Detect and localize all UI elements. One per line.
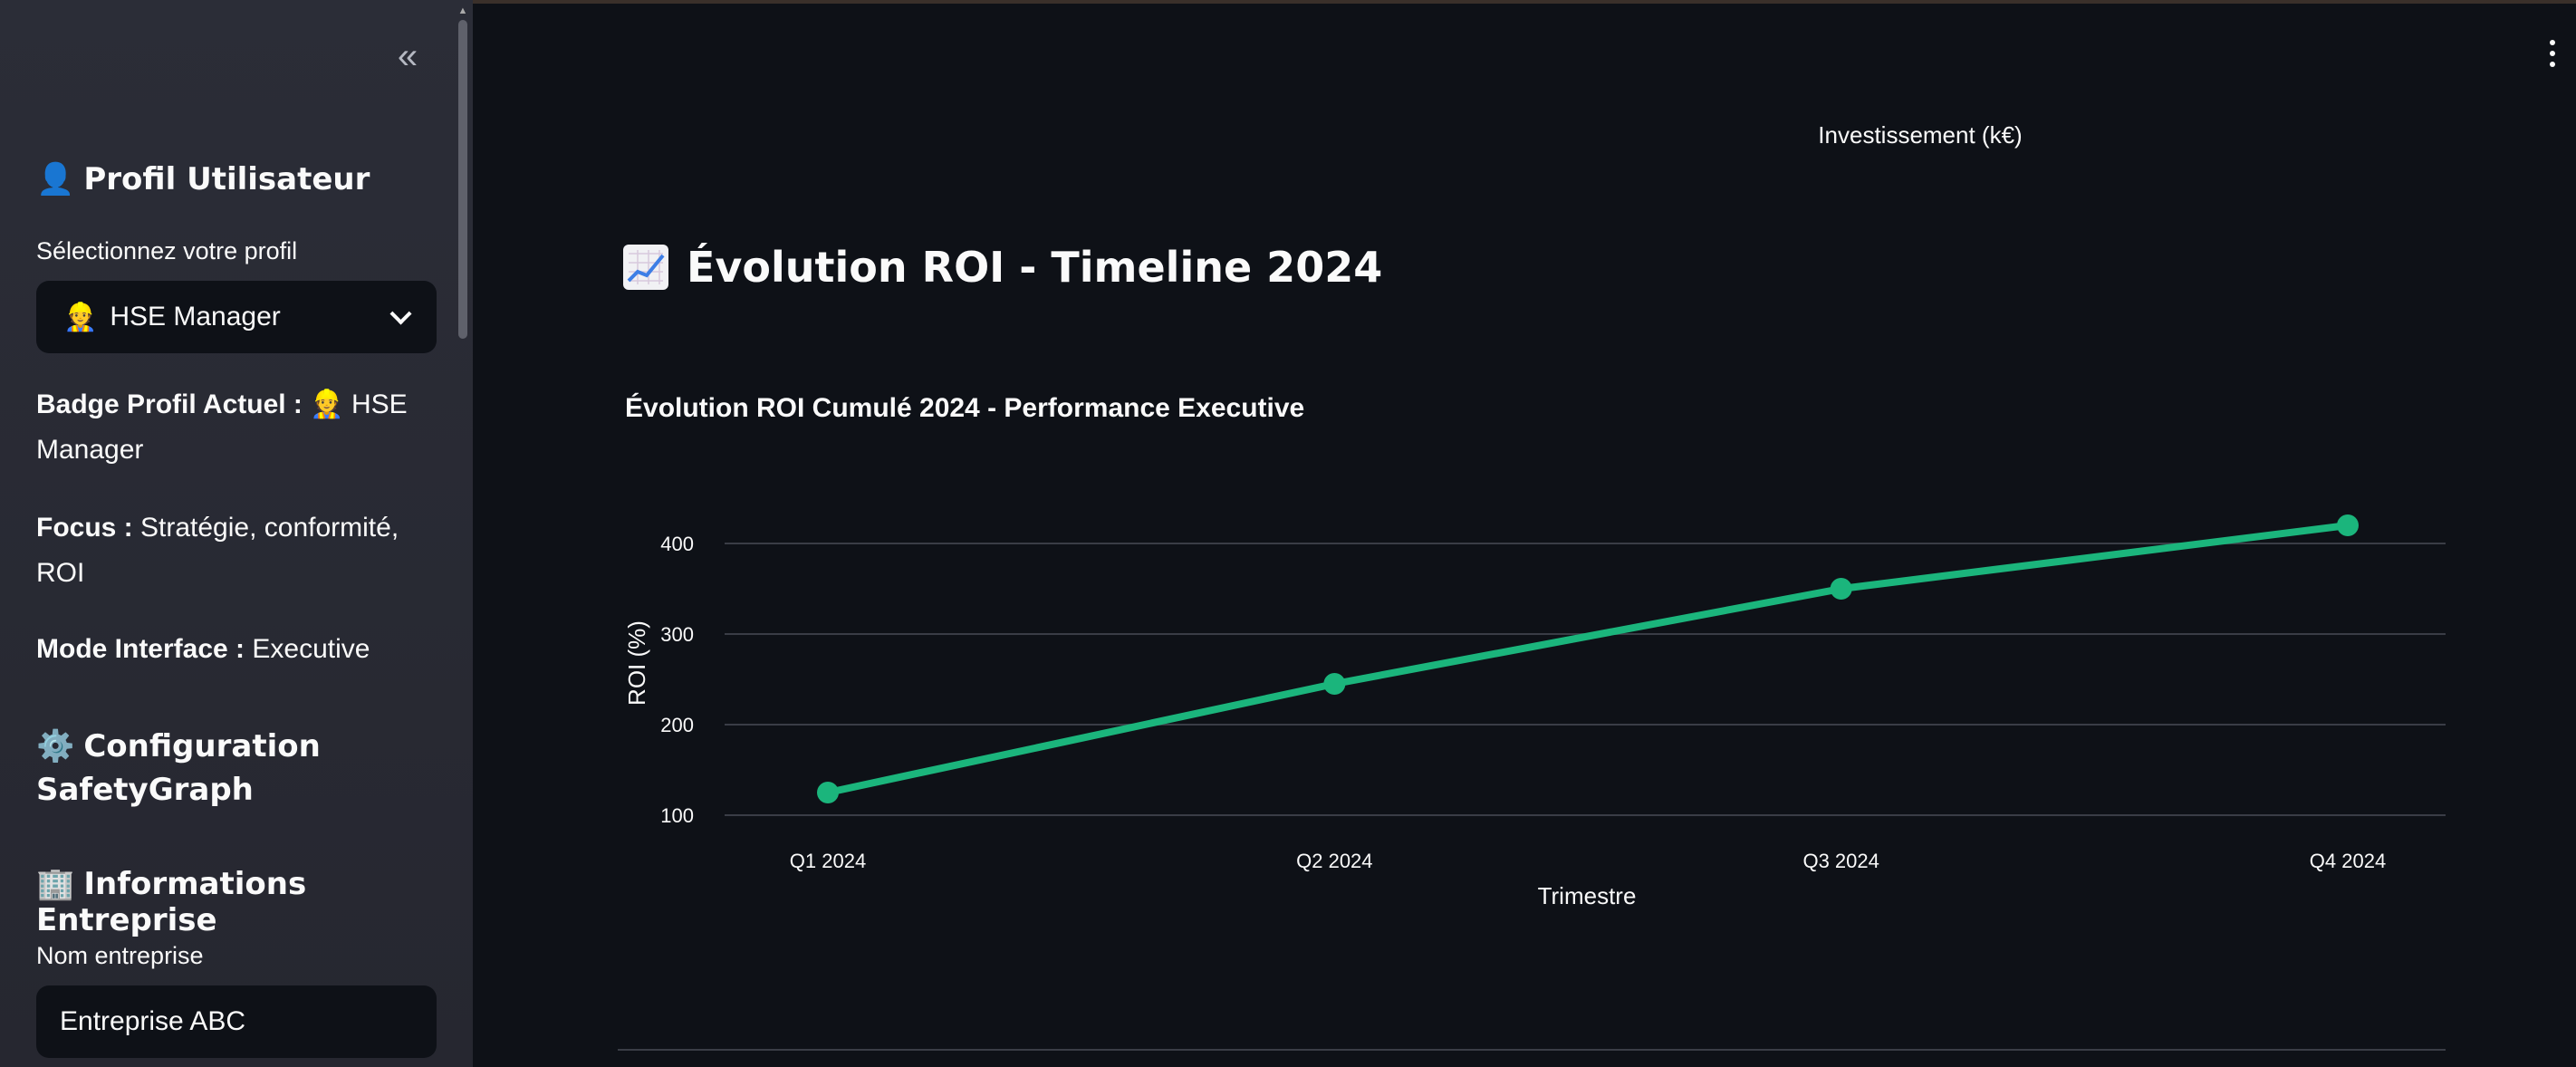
y-tick-label: 200 bbox=[660, 714, 694, 736]
investment-axis-label: Investissement (k€) bbox=[1818, 121, 2023, 149]
page-title: Évolution ROI - Timeline 2024 bbox=[623, 243, 1382, 292]
menu-dot bbox=[2550, 40, 2555, 45]
chevron-down-icon bbox=[388, 304, 413, 330]
menu-dot bbox=[2550, 62, 2555, 67]
y-tick-label: 100 bbox=[660, 804, 694, 827]
profile-select[interactable]: 👷 HSE Manager bbox=[36, 281, 437, 353]
x-axis-title: Trimestre bbox=[1538, 882, 1637, 909]
profile-heading: 👤 Profil Utilisateur bbox=[36, 161, 370, 197]
collapse-sidebar-button[interactable]: « bbox=[384, 36, 431, 76]
roi-data-point bbox=[1830, 578, 1852, 600]
user-icon: 👤 bbox=[36, 161, 75, 197]
x-tick-label: Q2 2024 bbox=[1296, 850, 1372, 872]
y-tick-label: 400 bbox=[660, 533, 694, 555]
configuration-heading: ⚙️ Configuration SafetyGraph bbox=[36, 725, 435, 812]
focus-text: Focus : Stratégie, conformité, ROI bbox=[36, 505, 435, 596]
menu-dot bbox=[2550, 51, 2555, 56]
mode-interface-value: Executive bbox=[252, 634, 370, 664]
section-divider bbox=[618, 1049, 2446, 1051]
x-tick-label: Q1 2024 bbox=[790, 850, 866, 872]
building-icon: 🏢 bbox=[36, 866, 75, 902]
gear-icon: ⚙️ bbox=[36, 728, 75, 764]
roi-data-point bbox=[1323, 673, 1346, 695]
sidebar-scroll-thumb[interactable] bbox=[458, 20, 467, 339]
roi-line-chart: 100 200 300 400 Q1 2024 Q2 2024 Q3 2024 Q4 2024… bbox=[623, 514, 2446, 909]
company-info-heading: 🏢 Informations Entreprise bbox=[36, 866, 473, 938]
chart-title: Évolution ROI Cumulé 2024 - Performance … bbox=[625, 393, 1305, 423]
mode-interface-label: Mode Interface : bbox=[36, 634, 245, 664]
roi-series-line bbox=[824, 522, 2351, 796]
roi-data-point bbox=[2337, 514, 2359, 536]
badge-profile-text: Badge Profil Actuel : 👷 HSE Manager bbox=[36, 382, 435, 473]
y-tick-label: 300 bbox=[660, 623, 694, 646]
mode-interface-text: Mode Interface : Executive bbox=[36, 627, 435, 672]
profile-select-value: HSE Manager bbox=[110, 302, 281, 332]
x-tick-label: Q4 2024 bbox=[2310, 850, 2386, 872]
worker-icon: 👷 bbox=[63, 302, 98, 332]
sidebar-scrollbar[interactable]: ▲ bbox=[457, 4, 469, 1067]
configuration-heading-text: Configuration SafetyGraph bbox=[36, 728, 321, 808]
roi-data-point bbox=[817, 782, 839, 803]
sidebar: « 👤 Profil Utilisateur Sélectionnez votre… bbox=[0, 0, 473, 1067]
main-menu-button[interactable] bbox=[2542, 40, 2563, 72]
y-axis-title: ROI (%) bbox=[623, 620, 650, 706]
x-tick-label: Q3 2024 bbox=[1802, 850, 1879, 872]
focus-label: Focus : bbox=[36, 513, 133, 543]
profile-select-label: Sélectionnez votre profil bbox=[36, 237, 298, 264]
company-name-label: Nom entreprise bbox=[36, 942, 204, 969]
chart-increasing-icon bbox=[623, 245, 668, 290]
company-info-heading-text: Informations Entreprise bbox=[36, 866, 307, 938]
scroll-up-arrow-icon[interactable]: ▲ bbox=[457, 5, 469, 16]
badge-profile-label: Badge Profil Actuel : bbox=[36, 389, 303, 419]
company-name-input[interactable]: Entreprise ABC bbox=[36, 985, 437, 1058]
page-title-text: Évolution ROI - Timeline 2024 bbox=[687, 243, 1383, 292]
profile-heading-text: Profil Utilisateur bbox=[83, 161, 370, 197]
